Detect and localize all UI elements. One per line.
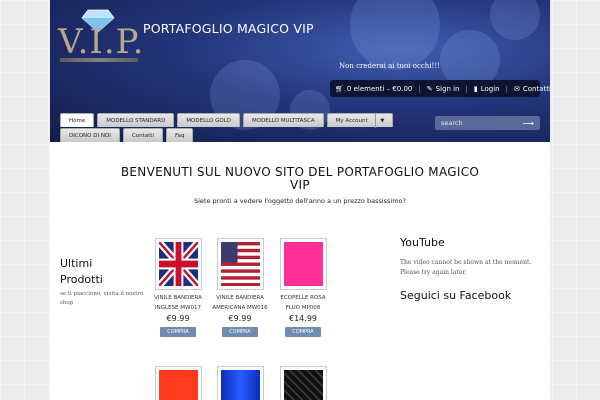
latest-products-title: Ultimi Prodotti — [60, 257, 103, 286]
product-thumbnail[interactable] — [216, 238, 264, 290]
user-bar: 🛒︎ 0 elementi – €0.00 | ✎ Sign in | ▮ Lo… — [330, 80, 550, 97]
product-name[interactable]: ECOPELLE ROSA FLUO MP008 — [273, 293, 333, 313]
pink-wallet-image — [283, 242, 323, 286]
latest-products-note: se ti piacciono, visita il nostro shop — [60, 291, 144, 306]
product-name[interactable]: VINILE BANDIERA INGLESE MW017 — [148, 293, 208, 313]
product-name[interactable]: VINILE BANDIERA AMERICANA MW016 — [210, 293, 270, 313]
logo-underline — [60, 58, 138, 62]
mail-icon: ✉ — [513, 84, 520, 93]
product-price: €9.99 — [228, 314, 252, 323]
product-thumbnail[interactable] — [154, 238, 202, 290]
youtube-widget-title: YouTube — [400, 236, 445, 249]
arrow-right-icon[interactable]: ⟶ — [523, 119, 534, 128]
welcome-subtitle: Siete pronti a vedere l'oggetto dell'ann… — [194, 197, 406, 205]
product-card — [210, 366, 270, 400]
product-thumbnail[interactable] — [279, 238, 327, 290]
tab-faq[interactable]: Faq — [165, 128, 194, 142]
product-price: €14.99 — [289, 314, 317, 323]
welcome-heading: BENVENUTI SUL NUOVO SITO DEL PORTAFOGLIO… — [120, 165, 480, 192]
product-thumbnail[interactable] — [154, 366, 202, 400]
contacts-label: Contatti — [522, 84, 550, 93]
site-header: V.I.P. PORTAFOGLIO MAGICO VIP Non creder… — [50, 0, 550, 142]
tab-dicono-di-noi[interactable]: DICONO DI NOI — [60, 128, 120, 142]
login-link[interactable]: ▮ Login — [474, 85, 500, 93]
uk-flag-image — [155, 239, 201, 289]
lock-icon: ▮ — [473, 84, 478, 93]
tab-my-account[interactable]: My Account ▼ — [326, 113, 394, 128]
tagline: Non crederai ai tuoi occhi!!! — [339, 62, 440, 70]
tab-home[interactable]: Home — [60, 113, 95, 127]
logo-text: V.I.P. — [58, 22, 145, 62]
tab-contatti[interactable]: Contatti — [122, 128, 163, 142]
chevron-down-icon[interactable]: ▼ — [375, 114, 384, 128]
buy-button[interactable]: COMPRA — [222, 327, 258, 337]
sign-in-label: Sign in — [435, 84, 460, 93]
product-thumbnail[interactable] — [216, 366, 264, 400]
login-label: Login — [480, 84, 500, 93]
product-thumbnail[interactable] — [279, 366, 327, 400]
tab-modello-multitasca[interactable]: MODELLO MULTITASCA — [243, 113, 324, 127]
product-card: ECOPELLE ROSA FLUO MP008 €14.99 COMPRA — [273, 238, 333, 337]
product-card — [148, 366, 208, 400]
product-card: VINILE BANDIERA AMERICANA MW016 €9.99 CO… — [210, 238, 270, 337]
site-title[interactable]: PORTAFOGLIO MAGICO VIP — [143, 21, 314, 36]
product-card: VINILE BANDIERA INGLESE MW017 €9.99 COMP… — [148, 238, 208, 337]
youtube-widget-message: The video cannot be shown at the moment.… — [400, 259, 532, 276]
tab-my-account-label: My Account — [335, 118, 368, 124]
secondary-nav: DICONO DI NOI Contatti Faq — [60, 128, 194, 142]
black-croc-wallet-image — [283, 370, 323, 400]
facebook-widget-title: Seguici su Facebook — [400, 289, 512, 302]
product-card — [273, 366, 333, 400]
page: V.I.P. PORTAFOGLIO MAGICO VIP Non creder… — [50, 0, 550, 400]
buy-button[interactable]: COMPRA — [285, 327, 321, 337]
main-nav: Home MODELLO STANDARD MODELLO GOLD MODEL… — [60, 113, 394, 128]
cart-summary: 0 elementi – €0.00 — [346, 84, 413, 93]
cart-link[interactable]: 🛒︎ 0 elementi – €0.00 — [335, 85, 412, 93]
product-price: €9.99 — [166, 314, 190, 323]
us-flag-image — [220, 242, 260, 286]
orange-wallet-image — [158, 370, 198, 400]
contacts-link[interactable]: ✉ Contatti — [514, 85, 550, 93]
tab-modello-gold[interactable]: MODELLO GOLD — [177, 113, 240, 127]
buy-button[interactable]: COMPRA — [160, 327, 196, 337]
tab-modello-standard[interactable]: MODELLO STANDARD — [97, 113, 175, 127]
cart-icon: 🛒︎ — [335, 84, 344, 93]
blue-wallet-image — [220, 370, 260, 400]
sign-in-link[interactable]: ✎ Sign in — [427, 85, 460, 93]
search-placeholder: search — [441, 119, 463, 127]
search-input[interactable]: search ⟶ — [435, 116, 540, 130]
user-icon: ✎ — [426, 84, 433, 93]
